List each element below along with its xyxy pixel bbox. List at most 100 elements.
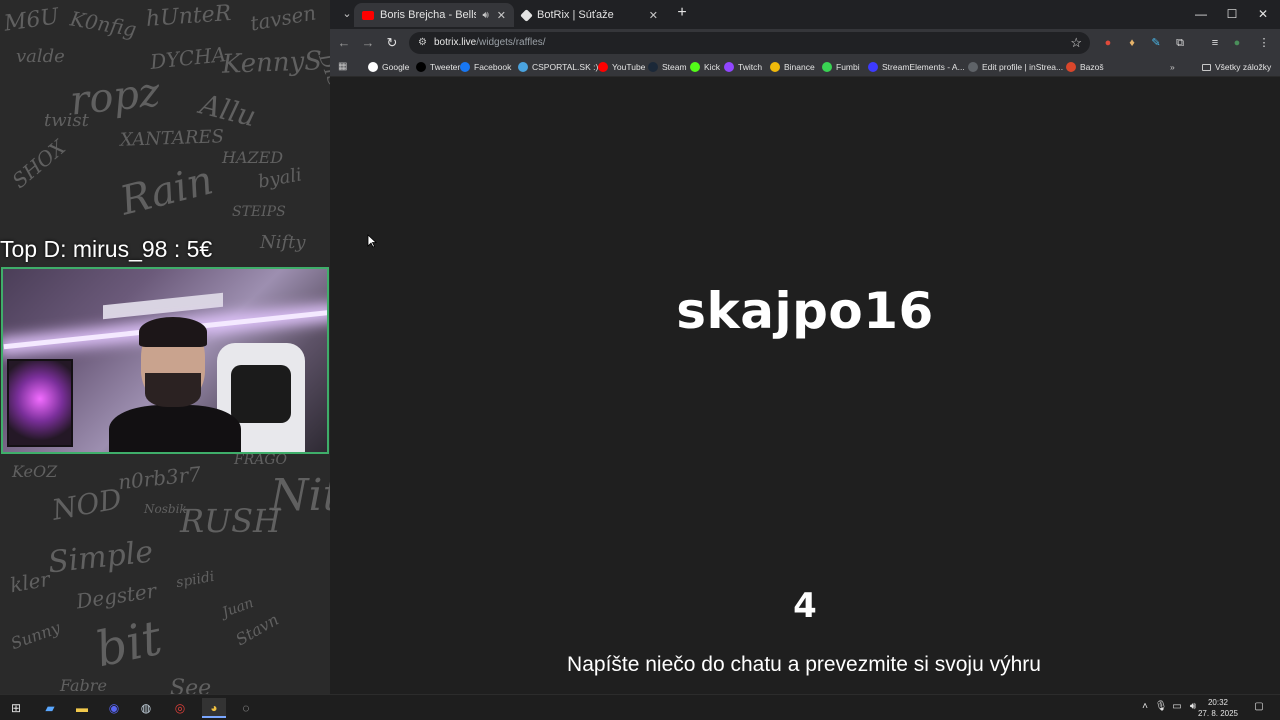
- x-icon: [416, 62, 426, 72]
- bookmark-label: Binance: [784, 62, 815, 72]
- obs-icon[interactable]: ◎: [168, 698, 192, 718]
- google-icon: [368, 62, 378, 72]
- bookmark-label: YouTube: [612, 62, 646, 72]
- graffiti-word: Fabre: [60, 676, 107, 694]
- bookmark-star-icon[interactable]: ☆: [1070, 35, 1082, 51]
- address-bar[interactable]: ⚙ botrix.live/widgets/raffles/ ☆: [409, 32, 1090, 54]
- back-button[interactable]: ←: [336, 35, 352, 51]
- bookmark-label: Steam: [662, 62, 687, 72]
- bookmark-steam[interactable]: Steam: [648, 60, 687, 74]
- stream-overlay: M6U K0nfig hUnteR tavsen valde DYCHA KennyS rop…: [0, 0, 330, 694]
- mouse-cursor-icon: [367, 234, 377, 248]
- graffiti-word: Sunny: [8, 617, 63, 654]
- graffiti-word: n0rb3r7: [116, 461, 203, 495]
- profile-avatar[interactable]: ●: [1229, 35, 1245, 51]
- twitch-icon: [724, 62, 734, 72]
- bookmarks-bar: ▦ Všetky záložky » Google Tweeter Facebook…: [330, 57, 1280, 77]
- bookmark-edit-profile-instrea[interactable]: Edit profile | inStrea...: [968, 60, 1063, 74]
- close-icon[interactable]: ✕: [497, 9, 506, 22]
- extension-blue-icon[interactable]: ✎: [1148, 35, 1164, 51]
- more-bookmarks-chevron-icon[interactable]: »: [1170, 60, 1175, 74]
- bookmark-bazo[interactable]: Bazoš: [1066, 60, 1104, 74]
- tab-title: Boris Brejcha - Bells Of Eter: [380, 9, 477, 21]
- apps-grid-icon[interactable]: ▦: [338, 61, 349, 72]
- bookmark-streamelements-a[interactable]: StreamElements - A...: [868, 60, 965, 74]
- graffiti-word: spiidi: [174, 568, 216, 592]
- graffiti-word: hUnteR: [145, 1, 233, 32]
- extensions-puzzle-icon[interactable]: ⧉: [1172, 35, 1188, 51]
- graffiti-word: XANTARES: [119, 126, 225, 151]
- bookmark-label: Fumbi: [836, 62, 860, 72]
- widgets-icon[interactable]: ▰: [38, 698, 62, 718]
- graffiti-word: STEIPS: [232, 204, 286, 220]
- url-path: /widgets/raffles/: [476, 37, 546, 48]
- bookmark-youtube[interactable]: YouTube: [598, 60, 645, 74]
- graffiti-word: Degster: [74, 578, 158, 614]
- graffiti-word: kler: [8, 566, 52, 598]
- discord-icon[interactable]: ◉: [102, 698, 126, 718]
- graffiti-word: KeOZ: [12, 462, 58, 481]
- bookmark-csportal-sk[interactable]: CSPORTAL.SK :): [518, 60, 598, 74]
- graffiti-word: valde: [16, 46, 65, 67]
- bookmark-binance[interactable]: Binance: [770, 60, 815, 74]
- all-bookmarks-label: Všetky záložky: [1215, 62, 1272, 72]
- app-ring-icon[interactable]: ◌: [234, 698, 258, 718]
- bookmark-label: Edit profile | inStrea...: [982, 62, 1064, 72]
- chrome-icon[interactable]: ◕: [202, 698, 226, 718]
- tray-chevron-up-icon[interactable]: ˄: [1138, 700, 1152, 714]
- cam-pc-case: [7, 359, 73, 447]
- bookmark-google[interactable]: Google: [368, 60, 409, 74]
- close-window-button[interactable]: ✕: [1248, 0, 1278, 29]
- graffiti-word: FRAGO: [234, 452, 288, 468]
- bookmark-kick[interactable]: Kick: [690, 60, 720, 74]
- tab-youtube[interactable]: Boris Brejcha - Bells Of Eter 🔊︎ ✕: [354, 3, 514, 27]
- bookmark-twitch[interactable]: Twitch: [724, 60, 762, 74]
- top-donation-label: Top D: mirus_98 : 5€: [0, 236, 213, 262]
- cam-streamer: [109, 317, 241, 452]
- microphone-icon[interactable]: 🎙︎: [1154, 700, 1168, 714]
- binance-icon: [770, 62, 780, 72]
- raffle-winner: skajpo16: [676, 282, 934, 340]
- graffiti-word: Nifty: [260, 232, 306, 253]
- speaker-icon[interactable]: 🔊︎: [482, 10, 488, 21]
- graffiti-word: byali: [256, 164, 304, 193]
- new-tab-button[interactable]: +: [674, 5, 690, 22]
- steam-icon[interactable]: ◍: [134, 698, 158, 718]
- file-explorer-icon[interactable]: ▬: [70, 698, 94, 718]
- bookmark-label: Google: [382, 62, 410, 72]
- menu-icon[interactable]: ⋮: [1256, 35, 1272, 51]
- start-windows-icon[interactable]: ⊞: [4, 698, 28, 718]
- clock-time: 20:32: [1207, 698, 1229, 707]
- maximize-button[interactable]: ☐: [1217, 0, 1247, 29]
- clock-date: 27. 8. 2025: [1197, 709, 1239, 718]
- site-info-icon[interactable]: ⚙: [418, 36, 432, 50]
- graffiti-word: Juan: [220, 595, 256, 621]
- notifications-icon[interactable]: ▢: [1252, 700, 1266, 714]
- graffiti-word: RUSH: [180, 502, 281, 540]
- extension-dropper-icon[interactable]: ♦: [1124, 35, 1140, 51]
- bookmark-label: StreamElements - A...: [882, 62, 965, 72]
- bookmark-label: Twitch: [738, 62, 763, 72]
- tab-botrix[interactable]: BotRix | Súťaže ✕: [514, 3, 666, 27]
- graffiti-word: Simple: [46, 534, 155, 581]
- reload-button[interactable]: ↻: [384, 35, 400, 51]
- tab-title: BotRix | Súťaže: [537, 9, 614, 21]
- all-bookmarks-folder[interactable]: Všetky záložky: [1202, 60, 1271, 74]
- bookmark-facebook[interactable]: Facebook: [460, 60, 511, 74]
- graffiti-word: DYCHA: [148, 42, 228, 74]
- botrix-icon: [520, 8, 533, 22]
- graffiti-word: twist: [44, 110, 89, 131]
- browser-window: ⌄ Boris Brejcha - Bells Of Eter 🔊︎ ✕ Bot…: [330, 0, 1280, 694]
- media-control-icon[interactable]: ≡: [1207, 35, 1223, 51]
- forward-button[interactable]: →: [360, 35, 376, 51]
- bookmark-tweeter[interactable]: Tweeter: [416, 60, 460, 74]
- webcam-feed: [1, 267, 329, 454]
- network-icon[interactable]: ▭: [1170, 700, 1184, 714]
- bookmark-fumbi[interactable]: Fumbi: [822, 60, 860, 74]
- extension-red-icon[interactable]: ●: [1100, 35, 1116, 51]
- streamelements-icon: [868, 62, 878, 72]
- system-clock[interactable]: 20:32 27. 8. 2025: [1196, 697, 1240, 719]
- close-icon[interactable]: ✕: [649, 9, 658, 22]
- minimize-button[interactable]: —: [1186, 0, 1216, 29]
- graffiti-word: KennyS: [221, 46, 323, 80]
